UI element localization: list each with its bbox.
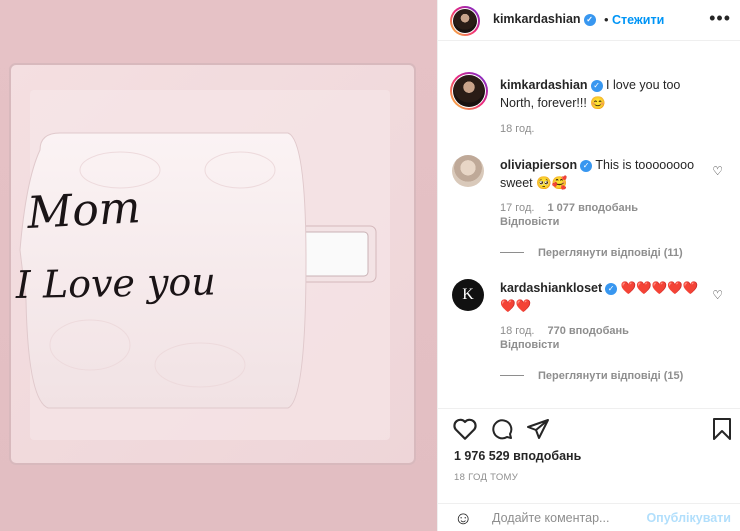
comment-text: oliviapierson ✓ This is toooooooo sweet 🥺… (500, 156, 705, 192)
comment-time[interactable]: 18 год. (500, 325, 534, 337)
more-icon[interactable]: ••• (709, 8, 731, 29)
comment-username[interactable]: kardashiankloset (500, 281, 602, 295)
add-comment-bar: ☺ Опублікувати (438, 503, 740, 531)
caption-username[interactable]: kimkardashian (500, 78, 588, 92)
author-username-text[interactable]: kimkardashian (493, 12, 581, 26)
comment-time[interactable]: 17 год. (500, 202, 534, 214)
comment-like-heart-icon[interactable]: ♡ (712, 164, 723, 178)
author-avatar[interactable] (450, 6, 480, 36)
commenter-avatar[interactable] (452, 155, 484, 187)
comment-likes[interactable]: 1 077 вподобань (547, 202, 638, 214)
commenter-avatar[interactable]: K (452, 279, 484, 311)
post-side-panel: kimkardashian ✓ • Стежити ••• kimkardashi… (437, 0, 740, 531)
caption-text: kimkardashian ✓ I love you too North, for… (500, 76, 705, 112)
author-username[interactable]: kimkardashian ✓ (493, 12, 596, 26)
view-replies-label[interactable]: Переглянути відповіді (11) (538, 247, 683, 259)
replies-line (500, 375, 524, 376)
replies-line (500, 252, 524, 253)
share-icon[interactable] (526, 417, 550, 441)
comment-likes[interactable]: 770 вподобань (547, 325, 628, 337)
post-time-ago[interactable]: 18 ГОД ТОМУ (454, 472, 518, 483)
likes-count[interactable]: 1 976 529 вподобань (454, 449, 581, 463)
verified-badge-icon: ✓ (580, 160, 593, 172)
smile-icon[interactable]: ☺ (454, 508, 472, 529)
separator-dot: • (604, 12, 609, 27)
handwriting-i-love-you: I Love you (14, 260, 216, 308)
comment-input[interactable] (492, 508, 652, 528)
post-comment-button[interactable]: Опублікувати (646, 511, 731, 525)
comment-text: kardashiankloset ✓ ❤️❤️❤️❤️❤️❤️❤️ (500, 279, 705, 315)
toilet-paper-photo: Mom I Love you (0, 0, 437, 531)
comment-icon[interactable] (490, 417, 514, 441)
verified-badge-icon: ✓ (583, 14, 596, 26)
verified-badge-icon: ✓ (605, 283, 618, 295)
comment-like-heart-icon[interactable]: ♡ (712, 288, 723, 302)
view-replies-button[interactable]: Переглянути відповіді (11) (500, 247, 683, 259)
caption-time[interactable]: 18 год. (500, 123, 534, 135)
view-replies-button[interactable]: Переглянути відповіді (15) (500, 370, 683, 382)
comment-username[interactable]: oliviapierson (500, 158, 577, 172)
post-header: kimkardashian ✓ • Стежити ••• (438, 0, 740, 41)
heart-icon[interactable] (452, 417, 478, 441)
caption-author-avatar[interactable] (450, 72, 488, 110)
handwriting-mom: Mom (25, 182, 142, 239)
verified-badge-icon: ✓ (590, 80, 603, 92)
reply-button[interactable]: Відповісти (500, 216, 559, 228)
caption-meta: 18 год. (500, 123, 544, 135)
comment-meta: 18 год. 770 вподобань (500, 325, 629, 337)
post-photo[interactable]: Mom I Love you (0, 0, 437, 531)
comments-section: kimkardashian ✓ I love you too North, for… (438, 42, 740, 408)
view-replies-label[interactable]: Переглянути відповіді (15) (538, 370, 683, 382)
reply-button[interactable]: Відповісти (500, 339, 559, 351)
bookmark-icon[interactable] (712, 417, 732, 441)
follow-button[interactable]: Стежити (612, 13, 664, 27)
post-actions: 1 976 529 вподобань 18 ГОД ТОМУ ☺ Опублі… (438, 408, 740, 531)
comment-meta: 17 год. 1 077 вподобань (500, 202, 638, 214)
